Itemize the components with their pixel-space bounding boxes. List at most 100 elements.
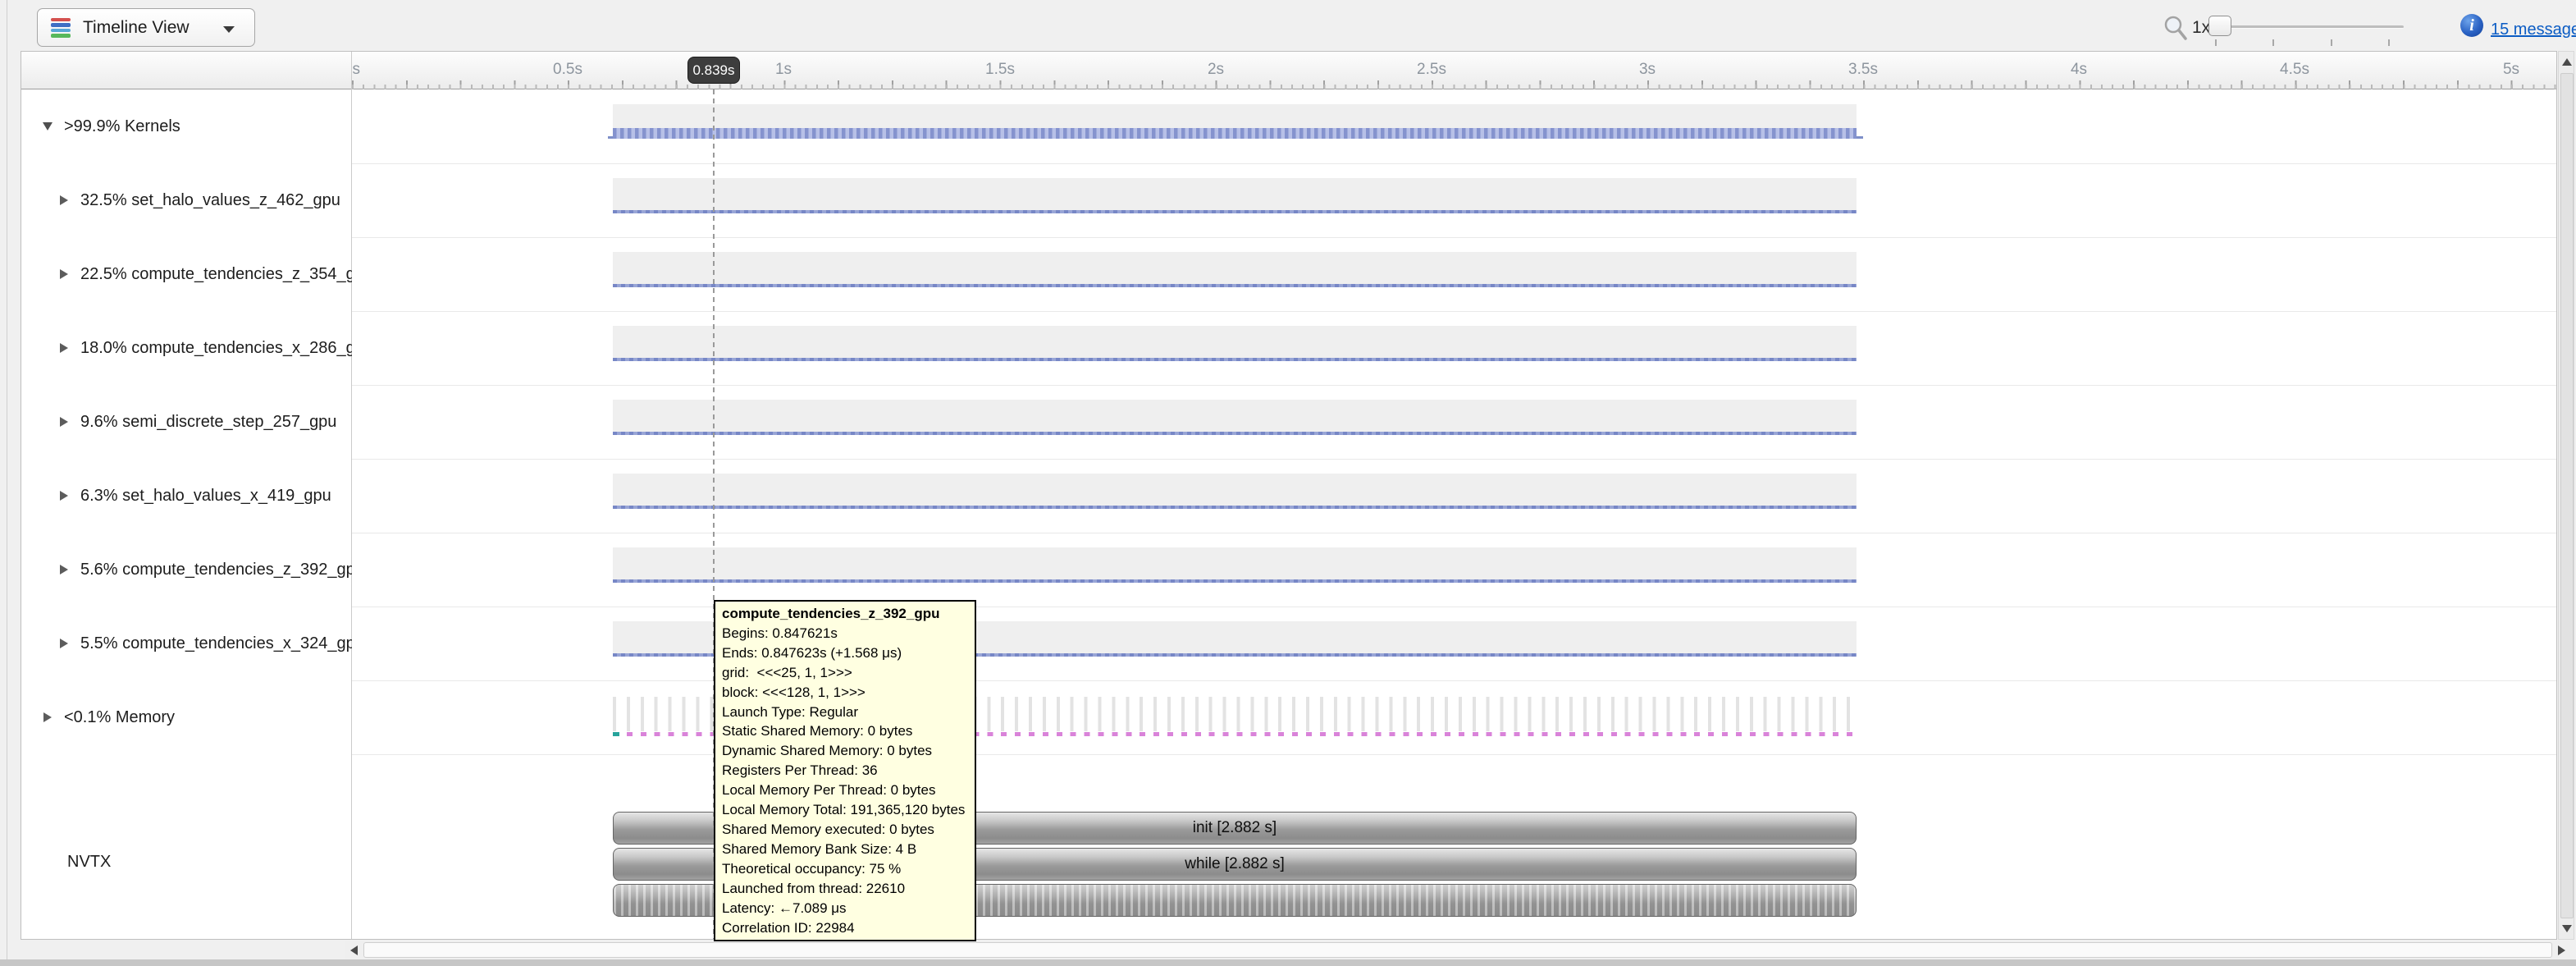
window-bottom-edge <box>0 959 2576 966</box>
zoom-slider-tick <box>2388 39 2390 46</box>
horizontal-scrollbar-thumb[interactable] <box>363 942 2552 958</box>
info-icon[interactable]: i <box>2460 14 2483 37</box>
vertical-scrollbar-thumb[interactable] <box>2560 73 2574 918</box>
kernel-event-line[interactable] <box>613 579 1857 583</box>
ruler-scale-area[interactable]: 0s 0.5s 1s 1.5s 2s 2.5s 3s 3.5s 4s 4.5s … <box>352 52 2556 89</box>
tree-row-label: 9.6% semi_discrete_step_257_gpu <box>80 413 336 432</box>
tree-row-compute-tendencies-z-392[interactable]: 5.6% compute_tendencies_z_392_gpu <box>21 533 386 607</box>
tooltip-line: Ends: 0.847623s (+1.568 μs) <box>722 643 968 663</box>
chevron-right-icon[interactable] <box>56 195 72 205</box>
row-separator <box>352 459 2556 460</box>
kernel-event-line[interactable] <box>613 506 1857 509</box>
vertical-scrollbar[interactable] <box>2558 51 2574 940</box>
ruler-label: 1.5s <box>985 61 1015 79</box>
timeline-panel: 0s 0.5s 1s 1.5s 2s 2.5s 3s 3.5s 4s 4.5s … <box>21 51 2557 940</box>
messages-link[interactable]: 15 messages <box>2491 21 2576 39</box>
tooltip-line: Local Memory Per Thread: 0 bytes <box>722 781 968 800</box>
scroll-down-icon[interactable] <box>2562 925 2572 932</box>
tree-row-compute-tendencies-x-286[interactable]: 18.0% compute_tendencies_x_286_gpu <box>21 311 386 385</box>
tree-row-label: 18.0% compute_tendencies_x_286_gpu <box>80 339 373 358</box>
row-separator <box>352 680 2556 681</box>
scroll-left-icon[interactable] <box>350 945 358 955</box>
tooltip-line: grid: <<<25, 1, 1>>> <box>722 663 968 683</box>
tooltip-line: Registers Per Thread: 36 <box>722 761 968 781</box>
zoom-slider-track[interactable] <box>2213 25 2404 29</box>
tree-row-kernels[interactable]: >99.9% Kernels <box>21 89 369 163</box>
tree-row-set-halo-values-z[interactable]: 32.5% set_halo_values_z_462_gpu <box>21 163 386 237</box>
tooltip-line: Dynamic Shared Memory: 0 bytes <box>722 741 968 761</box>
tree-row-label: <0.1% Memory <box>64 708 175 727</box>
kernel-event-line[interactable] <box>613 432 1857 435</box>
kernel-event-line[interactable] <box>613 210 1857 213</box>
kernel-row-band[interactable] <box>613 252 1857 286</box>
zoom-slider-tick <box>2215 39 2217 46</box>
tooltip-line: Correlation ID: 22984 <box>722 918 968 938</box>
tree-row-label: 6.3% set_halo_values_x_419_gpu <box>80 487 331 506</box>
view-selector-label: Timeline View <box>83 18 190 38</box>
tree-row-label: 22.5% compute_tendencies_z_354_gpu <box>80 265 373 284</box>
kernels-event-stripes[interactable] <box>613 128 1857 139</box>
tree-row-semi-discrete-step[interactable]: 9.6% semi_discrete_step_257_gpu <box>21 385 386 459</box>
tooltip-line: Theoretical occupancy: 75 % <box>722 859 968 879</box>
memory-first-transfer-mark[interactable] <box>613 732 619 736</box>
tooltip-line: Shared Memory Bank Size: 4 B <box>722 840 968 859</box>
chevron-right-icon[interactable] <box>56 417 72 427</box>
tooltip-title: compute_tendencies_z_392_gpu <box>722 604 968 624</box>
kernel-row-band[interactable] <box>613 178 1857 213</box>
zoom-slider-thumb[interactable] <box>2208 16 2231 36</box>
zoom-slider-tick <box>2331 39 2332 46</box>
scroll-up-icon[interactable] <box>2562 58 2572 66</box>
tooltip-line: Launch Type: Regular <box>722 703 968 722</box>
chevron-right-icon[interactable] <box>56 639 72 648</box>
chevron-right-icon[interactable] <box>56 269 72 279</box>
zoom-level-label: 1x <box>2192 18 2210 38</box>
tree-row-compute-tendencies-z-354[interactable]: 22.5% compute_tendencies_z_354_gpu <box>21 237 386 311</box>
chevron-right-icon[interactable] <box>56 565 72 575</box>
timeline-canvas[interactable]: init [2.882 s] while [2.882 s] <box>352 89 2556 940</box>
tree-row-label: 5.5% compute_tendencies_x_324_gpu <box>80 634 364 653</box>
tooltip-line: Shared Memory executed: 0 bytes <box>722 820 968 840</box>
tree-row-set-halo-values-x[interactable]: 6.3% set_halo_values_x_419_gpu <box>21 459 386 533</box>
tree-row-compute-tendencies-x-324[interactable]: 5.5% compute_tendencies_x_324_gpu <box>21 607 386 680</box>
chevron-right-icon[interactable] <box>56 491 72 501</box>
ruler-label: 3s <box>1639 61 1656 79</box>
tooltip-line: Static Shared Memory: 0 bytes <box>722 721 968 741</box>
ruler-label: 0s <box>352 61 360 79</box>
search-zoom-icon <box>2163 14 2189 42</box>
row-separator <box>352 754 2556 755</box>
kernel-event-line[interactable] <box>613 284 1857 287</box>
chevron-down-icon[interactable] <box>39 122 56 130</box>
tree-row-label: 5.6% compute_tendencies_z_392_gpu <box>80 561 364 579</box>
zoom-slider-tick <box>2272 39 2274 46</box>
tooltip-line: Latency: ←7.089 μs <box>722 899 968 918</box>
kernel-row-band[interactable] <box>613 547 1857 582</box>
nvtx-section-label: NVTX <box>67 853 111 872</box>
tooltip-line: Begins: 0.847621s <box>722 624 968 643</box>
timeline-view-icon <box>51 16 71 39</box>
cursor-time-badge: 0.839s <box>687 57 740 84</box>
row-separator <box>352 311 2556 312</box>
tree-row-label: 32.5% set_halo_values_z_462_gpu <box>80 191 340 210</box>
chevron-down-icon <box>223 26 235 33</box>
view-selector-dropdown[interactable]: Timeline View <box>37 8 255 47</box>
kernel-row-band[interactable] <box>613 326 1857 360</box>
chevron-right-icon[interactable] <box>56 343 72 353</box>
chevron-right-icon[interactable] <box>39 712 56 722</box>
tooltip-line: Launched from thread: 22610 <box>722 879 968 899</box>
horizontal-scrollbar[interactable] <box>345 941 2570 959</box>
timeline-ruler: 0s 0.5s 1s 1.5s 2s 2.5s 3s 3.5s 4s 4.5s … <box>21 52 2556 89</box>
kernel-event-line[interactable] <box>613 358 1857 361</box>
tooltip-line: Local Memory Total: 191,365,120 bytes <box>722 800 968 820</box>
tree-row-memory[interactable]: <0.1% Memory <box>21 680 369 754</box>
kernel-row-band[interactable] <box>613 400 1857 434</box>
ruler-label: 3.5s <box>1848 61 1878 79</box>
tree-row-label: >99.9% Kernels <box>64 117 180 136</box>
row-separator <box>352 237 2556 238</box>
row-separator <box>352 163 2556 164</box>
row-tree-pane: >99.9% Kernels 32.5% set_halo_values_z_4… <box>21 89 351 940</box>
kernel-tooltip: compute_tendencies_z_392_gpu Begins: 0.8… <box>714 600 976 941</box>
ruler-label: 2s <box>1208 61 1224 79</box>
scroll-right-icon[interactable] <box>2558 945 2565 955</box>
kernel-row-band[interactable] <box>613 474 1857 508</box>
tooltip-line: block: <<<128, 1, 1>>> <box>722 683 968 703</box>
